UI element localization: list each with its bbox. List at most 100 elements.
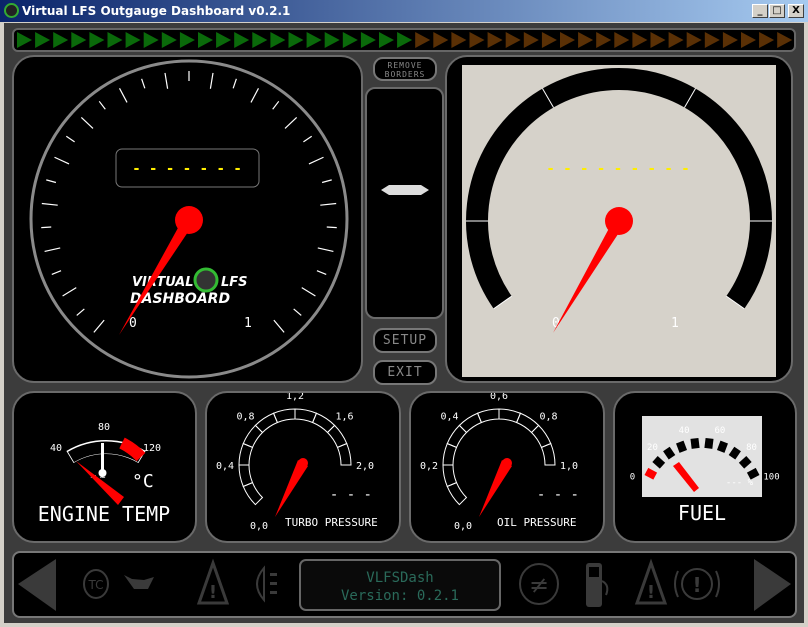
exit-button[interactable]: EXIT bbox=[373, 360, 437, 385]
gear-neutral-dash bbox=[381, 185, 429, 195]
shift-light bbox=[270, 32, 286, 48]
tach-tick bbox=[46, 179, 57, 184]
oil-panel: - - - OIL PRESSURE 0,0 0,2 0,4 0,6 0,8 1,0 bbox=[409, 391, 605, 543]
shift-light bbox=[759, 32, 775, 48]
fuel-panel: --- % FUEL 0 20 40 60 80 100 bbox=[613, 391, 797, 543]
shift-light bbox=[686, 32, 702, 48]
tach-tick bbox=[164, 72, 169, 89]
fuel-pump-icon bbox=[586, 563, 609, 607]
tach-tick bbox=[98, 100, 106, 110]
shift-light bbox=[433, 32, 449, 48]
lcd-line-2: Version: 0.2.1 bbox=[341, 588, 459, 604]
tach-tick bbox=[317, 247, 334, 253]
traction-control-icon: TC bbox=[83, 569, 109, 599]
temp-unit: °C bbox=[132, 471, 154, 492]
shift-light bbox=[89, 32, 105, 48]
remove-borders-button[interactable]: REMOVE BORDERS bbox=[373, 57, 437, 81]
shift-light bbox=[578, 32, 594, 48]
oil-needle bbox=[479, 460, 512, 517]
oil-scale-segment bbox=[515, 412, 540, 434]
close-button[interactable]: X bbox=[788, 4, 804, 18]
setup-button[interactable]: SETUP bbox=[373, 328, 437, 353]
shift-light bbox=[107, 32, 123, 48]
tach-tick bbox=[209, 72, 214, 89]
turbo-scale-segment bbox=[242, 424, 264, 449]
tach-tick bbox=[76, 308, 85, 316]
shift-light bbox=[216, 32, 232, 48]
shift-light bbox=[324, 32, 340, 48]
abs-warning-icon: ! bbox=[674, 568, 720, 600]
shift-light bbox=[668, 32, 684, 48]
minimize-button[interactable]: _ bbox=[752, 4, 768, 18]
tach-max: 1 bbox=[244, 316, 252, 331]
fuel-tick-label: 40 bbox=[679, 426, 690, 436]
tach-tick bbox=[141, 78, 146, 89]
turbo-scale-segment bbox=[238, 464, 254, 488]
oil-scale-segment bbox=[476, 408, 500, 424]
shift-light bbox=[342, 32, 358, 48]
fuel-scale-segment bbox=[690, 437, 700, 449]
warning-lights: TC ! VLFSDash Version: 0.2.1 ≠ ! ! bbox=[18, 558, 791, 611]
shift-light bbox=[179, 32, 195, 48]
svg-text:VIRTUAL: VIRTUAL bbox=[132, 275, 194, 290]
tach-tick bbox=[41, 226, 52, 229]
tach-tick bbox=[303, 135, 313, 143]
previous-arrow-icon[interactable] bbox=[18, 559, 56, 611]
tach-tick bbox=[293, 308, 302, 316]
shift-light bbox=[234, 32, 250, 48]
fuel-tick-label: 60 bbox=[714, 426, 725, 436]
turbo-scale-segment bbox=[272, 408, 296, 424]
engine-temp-label: ENGINE TEMP bbox=[38, 502, 170, 526]
oil-tick-label: 0,6 bbox=[490, 393, 508, 402]
shift-light bbox=[614, 32, 630, 48]
shift-light-bar bbox=[12, 28, 796, 52]
oil-value: - - - bbox=[537, 487, 579, 503]
svg-text:!: ! bbox=[647, 582, 655, 603]
tach-tick bbox=[232, 78, 237, 89]
tach-tick bbox=[44, 247, 61, 253]
fuel-tick-label: 0 bbox=[630, 473, 635, 483]
svg-text:LFS: LFS bbox=[221, 275, 248, 290]
turbo-panel: - - - TURBO PRESSURE 0,0 0,4 0,8 1,2 1,6 2,0 bbox=[205, 391, 401, 543]
tach-tick bbox=[284, 116, 298, 129]
tach-tick bbox=[80, 116, 94, 129]
oil-tick-label: 0,8 bbox=[539, 412, 557, 423]
oil-scale-segment bbox=[530, 424, 552, 449]
shift-light bbox=[143, 32, 159, 48]
turbo-scale-segment bbox=[336, 442, 352, 466]
fuel-tick-label: 100 bbox=[763, 473, 779, 483]
turbo-scale-segment bbox=[242, 481, 264, 506]
oil-can-icon bbox=[124, 575, 154, 589]
oil-label: OIL PRESSURE bbox=[497, 516, 576, 529]
turbo-tick-label: 0,0 bbox=[250, 521, 268, 532]
gear-panel bbox=[365, 87, 444, 319]
next-arrow-icon[interactable] bbox=[754, 559, 791, 611]
tach-tick bbox=[65, 135, 75, 143]
warning-light-bar: TC ! VLFSDash Version: 0.2.1 ≠ ! ! bbox=[12, 551, 797, 618]
shift-light bbox=[17, 32, 32, 48]
speedo-needle-hub bbox=[605, 207, 633, 235]
oil-needle-hub bbox=[502, 458, 512, 468]
shift-light bbox=[741, 32, 756, 48]
oil-scale-segment bbox=[446, 481, 468, 506]
temp-needle bbox=[76, 461, 124, 505]
engine-temp-gauge: 40 80 120 ≈ ≈ °C ENGINE TEMP bbox=[38, 422, 170, 526]
shift-light bbox=[252, 32, 268, 48]
handbrake-icon: ≠ bbox=[519, 563, 559, 605]
turbo-tick-label: 1,6 bbox=[335, 412, 353, 423]
tach-tick bbox=[62, 287, 77, 297]
tach-tick bbox=[51, 270, 62, 275]
tach-tick bbox=[316, 270, 327, 275]
shift-light bbox=[415, 32, 431, 48]
shift-light bbox=[397, 32, 413, 48]
oil-scale-segment bbox=[442, 464, 458, 488]
fuel-label: FUEL bbox=[678, 501, 726, 525]
tach-tick bbox=[326, 226, 337, 229]
maximize-button[interactable]: □ bbox=[769, 4, 785, 18]
turbo-scale-segment bbox=[254, 412, 279, 434]
fuel-value: --- % bbox=[726, 478, 754, 488]
shift-light bbox=[53, 32, 69, 48]
app-icon[interactable] bbox=[4, 3, 19, 18]
fuel-tick-label: 20 bbox=[647, 443, 658, 453]
temp-tick-label: 80 bbox=[98, 422, 110, 433]
